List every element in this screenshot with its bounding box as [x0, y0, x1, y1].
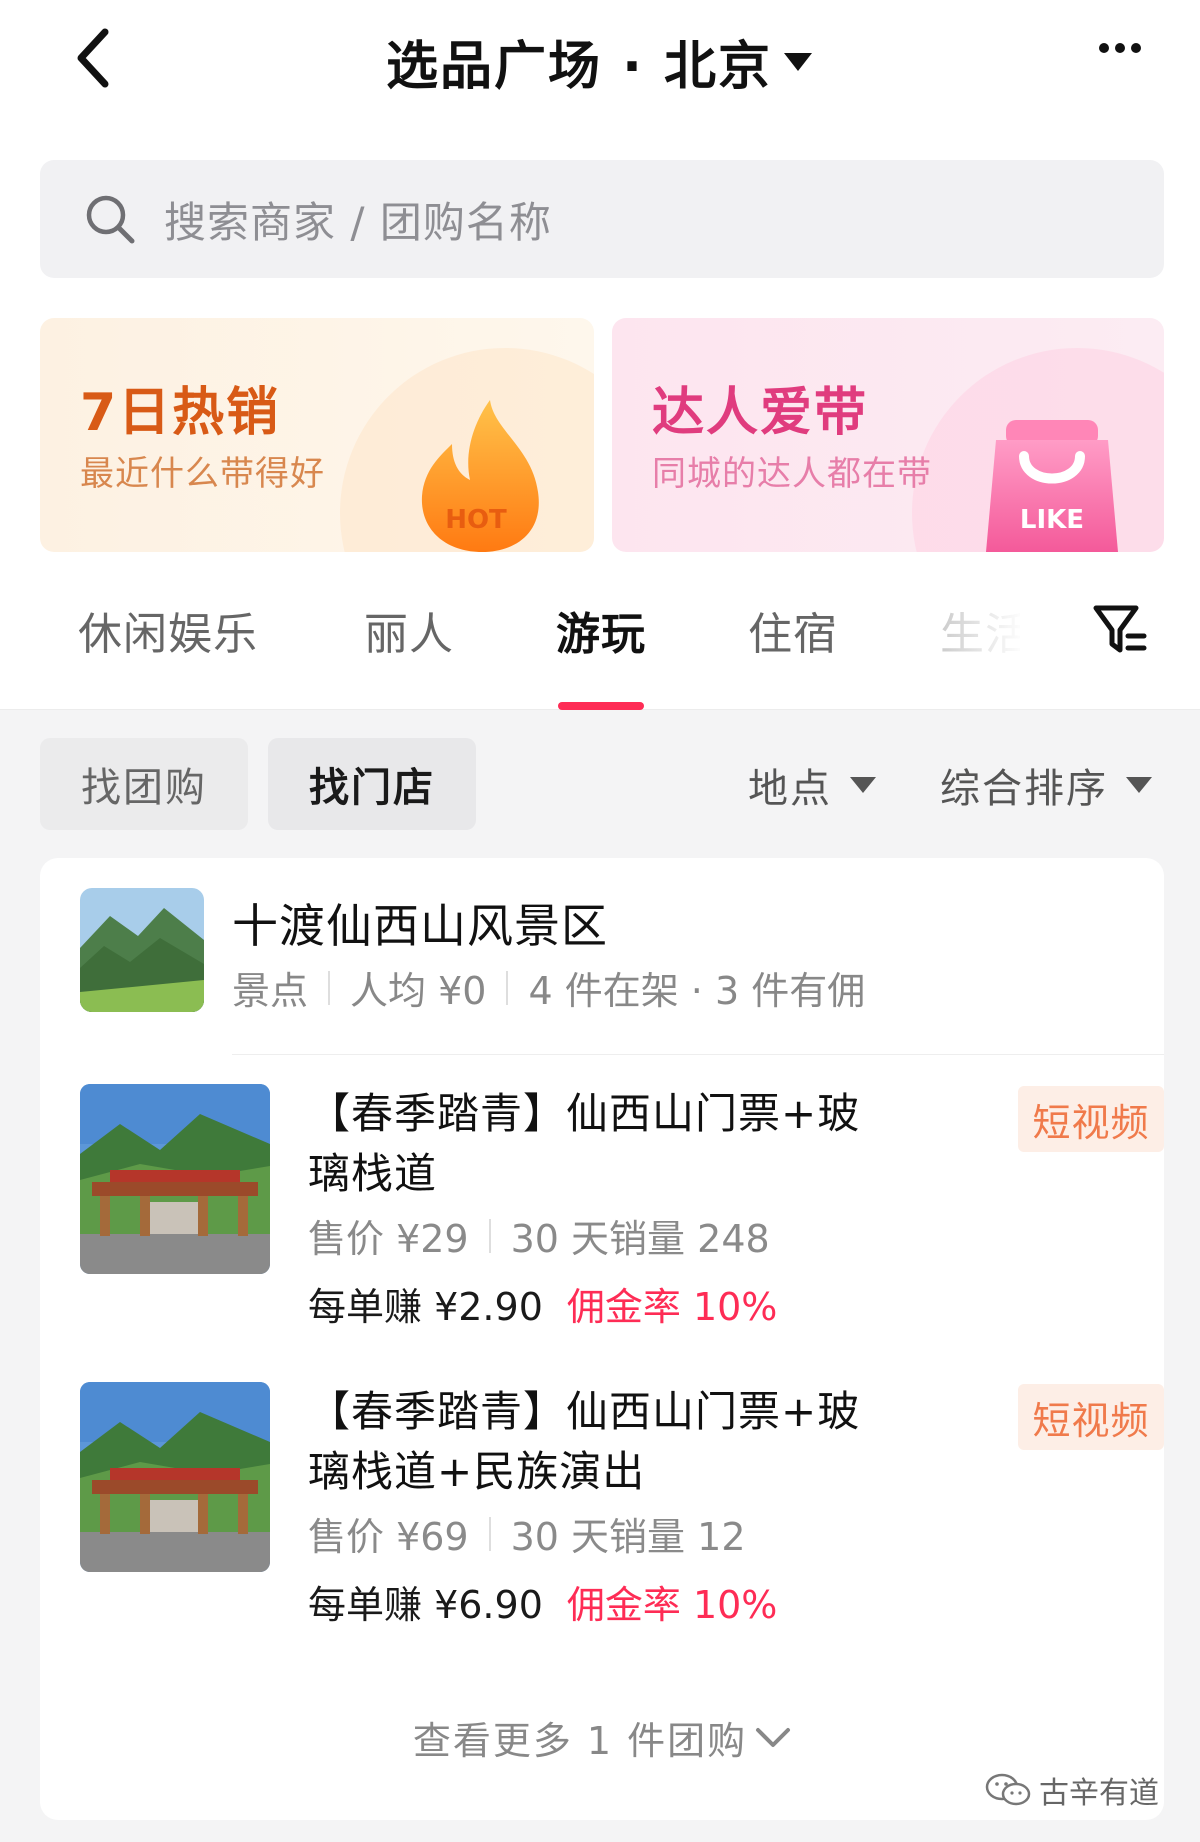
chevron-down-icon: [756, 1727, 791, 1747]
wechat-icon: [985, 1773, 1031, 1806]
store-meta: 景点 人均 ¥0 4 件在架 · 3 件有佣: [232, 960, 865, 1015]
promo-card-creator-favorites[interactable]: 达人爱带 同城的达人都在带 LIKE: [612, 318, 1164, 552]
watermark: 古辛有道: [985, 1768, 1159, 1812]
promo-title: 达人爱带: [652, 383, 869, 443]
location-label: 地点: [748, 766, 832, 812]
watermark-text: 古辛有道: [1039, 1776, 1159, 1811]
svg-text:HOT: HOT: [445, 505, 507, 535]
tab-leisure[interactable]: 休闲娱乐: [78, 598, 258, 662]
store-thumbnail: [80, 888, 204, 1012]
store-avg-price: 人均 ¥0: [350, 969, 487, 1013]
see-more-label: 查看更多 1 件团购: [412, 1719, 748, 1763]
shopping-bag-icon: LIKE: [986, 420, 1118, 552]
deal-sales: 30 天销量 248: [510, 1217, 770, 1261]
sort-dropdown[interactable]: 综合排序: [940, 756, 1152, 814]
active-tab-indicator: [558, 702, 644, 710]
deal-earn-row: 每单赚 ¥6.90 佣金率 10%: [308, 1574, 777, 1629]
tab-play[interactable]: 游玩: [556, 598, 646, 662]
more-button[interactable]: [1090, 28, 1150, 68]
divider: [488, 1218, 491, 1253]
divider: [232, 1054, 1164, 1055]
deal-commission-rate: 佣金率 10%: [566, 1285, 778, 1329]
svg-text:LIKE: LIKE: [1020, 505, 1084, 535]
store-type: 景点: [232, 969, 309, 1013]
see-more-button[interactable]: 查看更多 1 件团购: [40, 1710, 1164, 1765]
deal-thumbnail: [80, 1084, 270, 1274]
sort-label: 综合排序: [940, 766, 1108, 812]
caret-down-icon: [850, 777, 876, 793]
page-title: 选品广场 · 北京: [386, 37, 772, 97]
search-placeholder: 搜索商家 / 团购名称: [164, 197, 552, 247]
store-card[interactable]: 十渡仙西山风景区 景点 人均 ¥0 4 件在架 · 3 件有佣 【春季踏青】仙西…: [40, 858, 1164, 1820]
caret-down-icon: [1126, 777, 1152, 793]
promo-card-hot-sales[interactable]: 7日热销 最近什么带得好 HOT: [40, 318, 594, 552]
segment-find-group-deals[interactable]: 找团购: [40, 738, 248, 830]
promo-subtitle: 同城的达人都在带: [652, 454, 932, 494]
deal-sales: 30 天销量 12: [510, 1515, 746, 1559]
deal-badge: 短视频: [1018, 1086, 1164, 1152]
deal-price-row: 售价 ¥29 30 天销量 248: [308, 1208, 770, 1263]
flame-icon: HOT: [421, 400, 539, 552]
deal-badge: 短视频: [1018, 1384, 1164, 1450]
segment-find-stores[interactable]: 找门店: [268, 738, 476, 830]
deal-price: 售价 ¥69: [308, 1515, 469, 1559]
deal-price: 售价 ¥29: [308, 1217, 469, 1261]
page-title-city-selector[interactable]: 选品广场 · 北京: [386, 24, 814, 99]
filter-button[interactable]: [1090, 600, 1150, 660]
deal-earn: 每单赚 ¥6.90: [308, 1583, 543, 1627]
deal-thumbnail: [80, 1382, 270, 1572]
search-icon: [86, 195, 135, 244]
deal-item[interactable]: 【春季踏青】仙西山门票+玻璃栈道 短视频 售价 ¥29 30 天销量 248 每…: [80, 1084, 1164, 1344]
deal-item[interactable]: 【春季踏青】仙西山门票+玻璃栈道+民族演出 短视频 售价 ¥69 30 天销量 …: [80, 1382, 1164, 1642]
store-name: 十渡仙西山风景区: [232, 899, 608, 953]
filter-icon: [1093, 605, 1147, 653]
category-tabs: 休闲娱乐 丽人 游玩 住宿 生活: [0, 570, 1200, 710]
divider: [328, 970, 331, 1005]
nav-header: 选品广场 · 北京: [0, 0, 1200, 120]
deal-price-row: 售价 ¥69 30 天销量 12: [308, 1506, 746, 1561]
promo-subtitle: 最近什么带得好: [80, 454, 325, 494]
caret-down-icon: [783, 52, 812, 71]
deal-earn-row: 每单赚 ¥2.90 佣金率 10%: [308, 1276, 777, 1331]
tab-lodging[interactable]: 住宿: [748, 598, 838, 662]
tab-beauty[interactable]: 丽人: [364, 598, 454, 662]
deal-commission-rate: 佣金率 10%: [566, 1583, 778, 1627]
store-listing-count: 4 件在架 · 3 件有佣: [528, 969, 866, 1013]
promo-title: 7日热销: [80, 383, 281, 443]
more-icon: [1099, 43, 1141, 53]
search-input[interactable]: 搜索商家 / 团购名称: [40, 160, 1164, 278]
deal-title: 【春季踏青】仙西山门票+玻璃栈道+民族演出: [308, 1387, 861, 1496]
divider: [506, 970, 509, 1005]
deal-title: 【春季踏青】仙西山门票+玻璃栈道: [308, 1089, 861, 1198]
deal-earn: 每单赚 ¥2.90: [308, 1285, 543, 1329]
divider: [488, 1516, 491, 1551]
tab-fade-overlay: [940, 580, 1080, 680]
location-dropdown[interactable]: 地点: [748, 756, 876, 814]
